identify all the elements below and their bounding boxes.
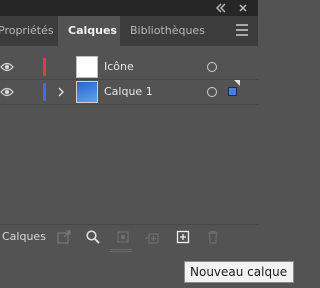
double-chevron-left-icon[interactable]	[214, 1, 228, 15]
new-sublayer-icon[interactable]	[144, 229, 160, 245]
layer-name[interactable]: Calque 1	[104, 80, 153, 104]
panel-menu-icon[interactable]	[236, 24, 248, 36]
layer-thumbnail	[76, 56, 98, 78]
panel-tabs: Propriétés Calques Bibliothèques	[0, 16, 258, 46]
layer-row-calque-1[interactable]: Calque 1	[0, 80, 258, 104]
selection-indicator-icon[interactable]	[228, 87, 237, 96]
tab-bibliotheques[interactable]: Bibliothèques	[130, 16, 220, 46]
tab-label: Bibliothèques	[130, 24, 205, 37]
clipping-mask-icon[interactable]	[115, 229, 131, 245]
layer-name[interactable]: Icône	[104, 55, 134, 79]
tab-calques[interactable]: Calques	[58, 16, 120, 46]
search-icon[interactable]	[85, 229, 101, 245]
footer-label: Calques	[2, 230, 46, 243]
layer-color-bar	[43, 58, 46, 76]
tooltip: Nouveau calque	[184, 261, 294, 283]
target-circle-icon[interactable]	[207, 62, 217, 72]
panel-footer: Calques	[0, 224, 258, 248]
new-layer-icon[interactable]	[175, 229, 191, 245]
trash-icon[interactable]	[205, 229, 221, 245]
tooltip-text: Nouveau calque	[190, 265, 288, 279]
layer-thumbnail	[76, 81, 98, 103]
tab-proprietes[interactable]: Propriétés	[0, 16, 54, 46]
close-icon[interactable]	[236, 1, 250, 15]
chevron-right-icon[interactable]	[56, 84, 66, 100]
layer-row-icone[interactable]: Icône	[0, 55, 258, 79]
selected-corner-marker	[234, 80, 240, 86]
target-circle-icon[interactable]	[207, 87, 217, 97]
panel-titlebar	[0, 0, 258, 16]
layer-color-bar	[43, 83, 46, 101]
eye-icon[interactable]	[0, 86, 14, 98]
tab-label: Propriétés	[0, 24, 54, 37]
row-divider	[0, 104, 258, 105]
resize-grip-icon[interactable]	[110, 249, 132, 253]
export-icon[interactable]	[56, 229, 72, 245]
eye-icon[interactable]	[0, 61, 14, 73]
tab-label: Calques	[68, 24, 117, 37]
layers-panel: Propriétés Calques Bibliothèques Icône C…	[0, 0, 258, 254]
